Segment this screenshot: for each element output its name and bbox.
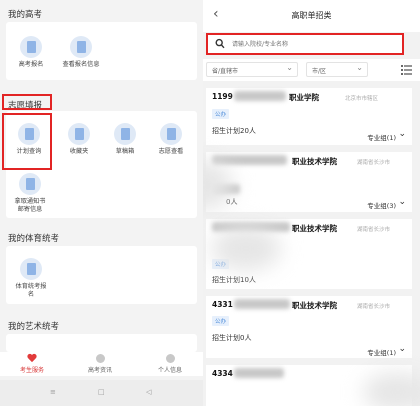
school-result-card[interactable]: 职业技术学院 湖南省长沙市 0人 专业组(3) ⌄ bbox=[206, 152, 412, 212]
school-location: 湖南省长沙市 bbox=[357, 160, 391, 166]
school-result-card[interactable]: 1199 职业学院 北京市市辖区 公办 招生计划20人 专业组(1) ⌄ bbox=[206, 88, 412, 145]
search-input[interactable] bbox=[232, 38, 392, 50]
item-label: 志愿查看 bbox=[158, 148, 184, 155]
school-code: 4331 bbox=[212, 300, 233, 309]
heart-icon bbox=[27, 354, 37, 363]
item-label: 拿取通知书 bbox=[14, 198, 46, 205]
section-title-tiyu: 我的体育统考 bbox=[8, 234, 60, 244]
chevron-down-icon[interactable]: ⌄ bbox=[398, 197, 406, 207]
mail-icon bbox=[19, 173, 41, 195]
section-title-gaokao: 我的高考 bbox=[8, 10, 43, 20]
drafts-icon bbox=[114, 123, 136, 145]
item-label: 草稿箱 bbox=[115, 148, 135, 155]
favorites-item[interactable]: 收藏夹 bbox=[58, 123, 100, 156]
major-group-count: 专业组(1) bbox=[367, 349, 396, 357]
volunteer-view-icon bbox=[160, 123, 182, 145]
school-location: 湖南省长沙市 bbox=[357, 304, 391, 310]
item-label: 高考报名 bbox=[18, 61, 44, 68]
chevron-down-icon[interactable]: ⌄ bbox=[398, 129, 406, 139]
city-select-label: 市/区 bbox=[312, 68, 327, 75]
tab-label: 考生服务 bbox=[19, 367, 44, 374]
enrollment-plan: 招生计划10人 bbox=[212, 276, 256, 284]
redacted-name bbox=[212, 155, 287, 165]
redacted-name bbox=[234, 368, 284, 378]
page-title: 高职单招类 bbox=[291, 11, 332, 20]
back-nav-icon[interactable]: ◁ bbox=[146, 388, 154, 396]
tiyu-card: 体育统考报 名 bbox=[6, 246, 197, 304]
chevron-down-icon: ⌄ bbox=[286, 63, 293, 72]
volunteer-view-item[interactable]: 志愿查看 bbox=[150, 123, 192, 156]
tab-label: 高考资讯 bbox=[87, 367, 112, 374]
top-bar: ‹ 高职单招类 bbox=[203, 0, 420, 32]
school-code: 4334 bbox=[212, 369, 233, 378]
city-select[interactable]: 市/区 ⌄ bbox=[306, 62, 368, 77]
school-location: 北京市市辖区 bbox=[345, 96, 379, 102]
school-location: 湖南省长沙市 bbox=[357, 227, 391, 233]
highlight-plan-query bbox=[2, 113, 52, 170]
filter-bar: 省/直辖市 ⌄ 市/区 ⌄ bbox=[203, 59, 420, 81]
system-nav-bar: ≡ □ ◁ bbox=[0, 380, 203, 406]
profile-icon bbox=[165, 354, 175, 363]
chevron-down-icon: ⌄ bbox=[356, 63, 363, 72]
major-group-count: 专业组(3) bbox=[367, 202, 396, 210]
item-label: 查看报名信息 bbox=[62, 61, 100, 68]
drafts-item[interactable]: 草稿箱 bbox=[104, 123, 146, 156]
tab-gaokao-news[interactable]: 高考资讯 bbox=[70, 354, 130, 374]
school-name-suffix: 职业技术学院 bbox=[292, 224, 337, 233]
school-name-suffix: 职业学院 bbox=[289, 93, 319, 102]
redacted-name bbox=[234, 299, 290, 309]
favorites-icon bbox=[68, 123, 90, 145]
school-result-card[interactable]: 4331 职业技术学院 湖南省长沙市 公办 招生计划0人 专业组(1) ⌄ bbox=[206, 296, 412, 358]
list-view-icon[interactable] bbox=[401, 65, 412, 75]
tab-student-service[interactable]: 考生服务 bbox=[2, 354, 62, 374]
pe-register-icon bbox=[20, 258, 42, 280]
highlight-section-title bbox=[2, 94, 52, 110]
public-badge: 公办 bbox=[212, 316, 230, 326]
enrollment-plan: 招生计划0人 bbox=[212, 334, 252, 342]
notice-mailing-item[interactable]: 拿取通知书 邮寄信息 bbox=[6, 173, 54, 214]
item-label-2: 邮寄信息 bbox=[17, 206, 43, 213]
view-registration-item[interactable]: 查看报名信息 bbox=[58, 36, 104, 69]
yishu-card bbox=[6, 334, 197, 352]
search-icon bbox=[215, 38, 225, 49]
register-icon bbox=[20, 36, 42, 58]
search-box bbox=[206, 33, 404, 55]
major-group-count: 专业组(1) bbox=[367, 134, 396, 142]
school-code: 1199 bbox=[212, 92, 233, 101]
province-select[interactable]: 省/直辖市 ⌄ bbox=[206, 62, 298, 77]
menu-icon[interactable]: ≡ bbox=[50, 388, 58, 396]
public-badge: 公办 bbox=[212, 109, 230, 119]
item-label: 收藏夹 bbox=[69, 148, 89, 155]
section-title-yishu: 我的艺术统考 bbox=[8, 322, 60, 332]
news-icon bbox=[95, 354, 105, 363]
gaokao-card: 高考报名 查看报名信息 bbox=[6, 22, 197, 80]
chevron-down-icon[interactable]: ⌄ bbox=[398, 344, 406, 354]
right-screen: ‹ 高职单招类 省/直辖市 ⌄ 市/区 ⌄ 1199 职业学院 北京市市辖区 公… bbox=[203, 0, 420, 406]
school-name-suffix: 职业技术学院 bbox=[292, 301, 337, 310]
item-label-2: 名 bbox=[27, 291, 35, 298]
bottom-tab-bar: 考生服务 高考资讯 个人信息 bbox=[0, 352, 203, 376]
redacted-name bbox=[234, 91, 286, 101]
item-label: 体育统考报 bbox=[15, 283, 47, 290]
view-info-icon bbox=[70, 36, 92, 58]
left-screen: 我的高考 高考报名 查看报名信息 志愿填报 计划查询 收藏夹 草稿箱 志愿查看 bbox=[0, 0, 203, 406]
tab-personal-info[interactable]: 个人信息 bbox=[140, 354, 200, 374]
province-select-label: 省/直辖市 bbox=[212, 68, 239, 75]
watermark-blur bbox=[211, 226, 281, 271]
home-icon[interactable]: □ bbox=[98, 388, 106, 396]
pe-exam-register-item[interactable]: 体育统考报 名 bbox=[8, 258, 54, 299]
gaokao-register-item[interactable]: 高考报名 bbox=[10, 36, 52, 69]
tab-label: 个人信息 bbox=[157, 367, 182, 374]
school-name-suffix: 职业技术学院 bbox=[292, 157, 337, 166]
enrollment-plan: 招生计划20人 bbox=[212, 127, 256, 135]
